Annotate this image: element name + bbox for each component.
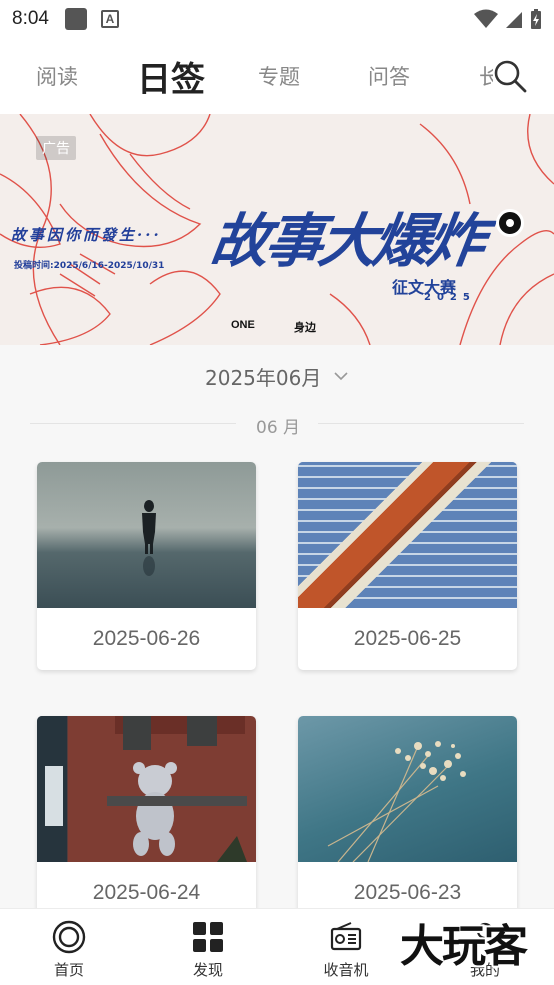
search-button[interactable] [490,56,530,96]
month-selector-value: 2025年06月 [205,365,322,390]
divider-left [30,423,236,424]
battery-icon [531,9,541,29]
grid-icon [193,922,223,952]
card-image-flowers [298,716,517,862]
floating-ball-icon[interactable] [496,209,524,237]
nav-discover-label: 发现 [192,961,223,979]
tab-reading[interactable]: 阅读 [36,38,78,114]
card-image-sea [37,462,256,608]
dried-flowers-illustration [327,741,466,862]
person-silhouette [142,500,156,576]
banner-title: 故事大爆炸 [206,207,487,275]
home-circle-icon [52,920,86,954]
banner-submission-period: 投稿时间:2025/6/16-2025/10/31 [14,261,165,271]
notification-letter-icon: A [100,10,119,28]
tab-daily-sign[interactable]: 日签 [137,38,205,114]
ad-tag: 广告 [36,136,76,160]
chevron-down-icon [334,372,348,381]
divider-right [318,423,524,424]
cell-signal-icon [506,12,522,28]
teddy-bear-illustration [37,716,247,862]
card-date: 2025-06-26 [92,627,201,650]
radio-icon [330,922,362,951]
nav-radio-label: 收音机 [323,961,369,979]
watermark: 大玩客 [400,921,528,972]
nav-home-label: 首页 [53,961,84,979]
brand-side-logo: 身边 [294,321,316,334]
daily-card[interactable]: 2025-06-24 [37,716,256,924]
notification-app-icon [64,8,87,30]
daily-card[interactable]: 2025-06-25 [298,462,517,670]
nav-discover[interactable]: 发现 [158,909,258,985]
tab-topics[interactable]: 专题 [258,38,300,114]
card-image-building [37,716,256,862]
top-tab-bar: 阅读 日签 专题 问答 长 [0,38,554,114]
status-time: 8:04 [12,8,49,29]
banner-ad[interactable]: 广告 故事因你而發生··· 投稿时间:2025/6/16-2025/10/31 … [0,114,554,345]
brand-one-logo: ONE [231,319,255,331]
month-heading: 06 月 [256,418,301,438]
banner-year: 2025 [424,292,476,303]
card-date: 2025-06-25 [353,627,462,650]
daily-card[interactable]: 2025-06-26 [37,462,256,670]
daily-card[interactable]: 2025-06-23 [298,716,517,924]
banner-subtitle: 故事因你而發生··· [11,226,162,244]
card-image-tiles [298,462,517,608]
status-bar: 8:04 A [0,0,554,38]
nav-home[interactable]: 首页 [19,909,119,985]
tab-qa[interactable]: 问答 [368,38,410,114]
month-selector[interactable]: 2025年06月 [205,360,349,392]
search-icon [494,60,527,93]
wifi-icon [474,9,498,28]
